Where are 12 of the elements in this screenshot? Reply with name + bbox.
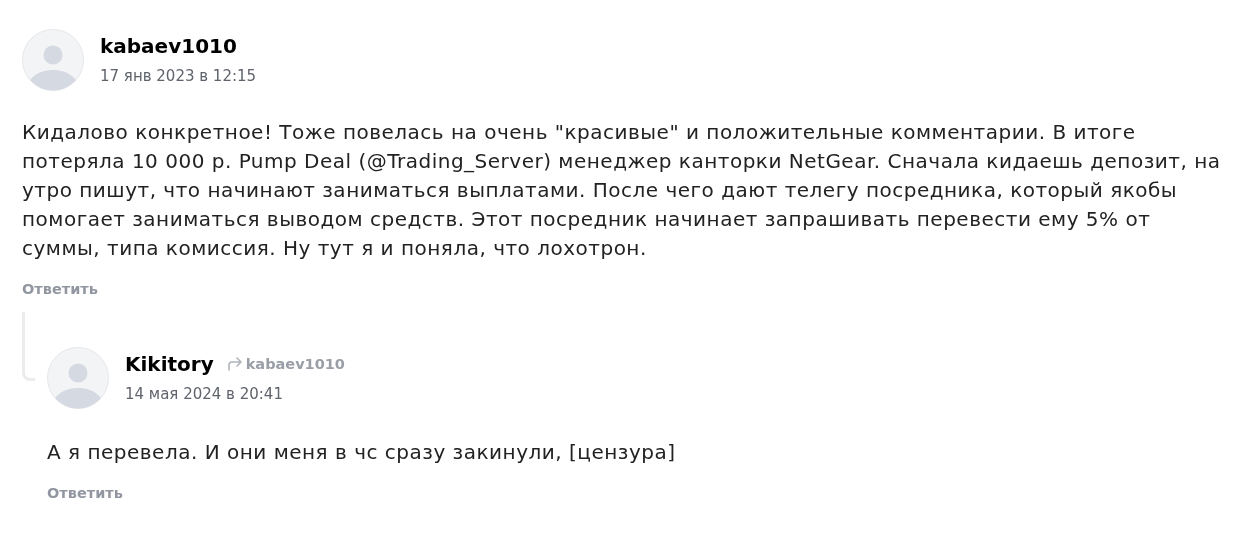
comment-date: 14 мая 2024 в 20:41 <box>125 385 284 404</box>
reply-arrow-icon <box>226 357 243 371</box>
comment-text: А я перевела. И они меня в чс сразу закинули, [цензура] <box>47 439 677 466</box>
reply-link[interactable]: Ответить <box>47 484 123 502</box>
author-name[interactable]: kabaev1010 <box>100 34 237 58</box>
avatar <box>47 347 109 409</box>
reply-link[interactable]: Ответить <box>22 280 98 298</box>
comment-date: 17 янв 2023 в 12:15 <box>100 67 257 86</box>
comment-text: Кидалово конкретное! Тоже повелась на очень "красивые" и положительные комментарии. В итоге потеряла 10 000 р. Pump Deal (@Trading_Server) менеджер канторки NetGear. Сначала кидаешь депозит, на утро пишут, что начинают заниматься выплатами. После чего дают телегу посредника, который якобы помогает заниматься выводом средств. Этот посредник начинает запрашивать перевести ему 5% от суммы, типа комиссия. Ну тут я и поняла, что лохотрон. <box>22 119 1222 262</box>
avatar <box>22 29 84 91</box>
author-name[interactable]: Kikitory <box>125 352 214 376</box>
reply-to-link[interactable]: kabaev1010 <box>226 356 345 372</box>
